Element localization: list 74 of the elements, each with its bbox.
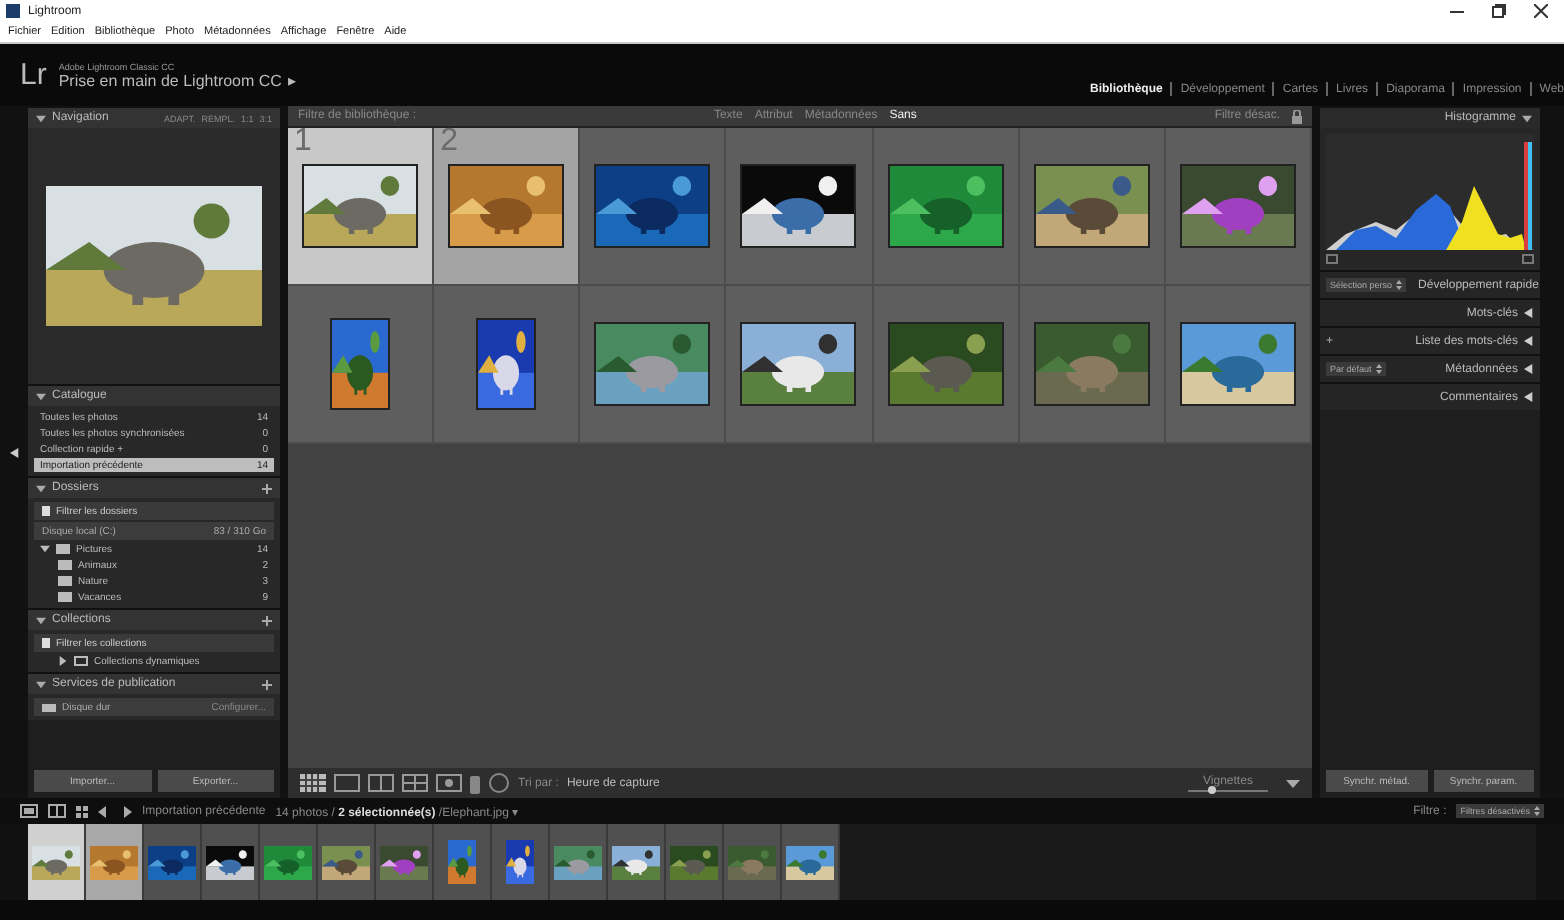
filmstrip-thumbnail[interactable]	[782, 824, 840, 900]
restore-icon[interactable]	[1492, 4, 1506, 18]
search-icon	[42, 506, 50, 516]
grid-view-icon[interactable]	[300, 774, 326, 792]
grid-cell[interactable]	[873, 286, 1020, 444]
filmstrip-thumbnail[interactable]	[86, 824, 144, 900]
filmstrip-thumbnail[interactable]	[608, 824, 666, 900]
filmstrip-thumbnail[interactable]	[666, 824, 724, 900]
collapse-triangle-icon[interactable]	[36, 391, 46, 401]
catalog-name: Prise en main de Lightroom CC	[58, 71, 282, 89]
collapse-triangle-icon[interactable]	[36, 679, 46, 689]
close-icon[interactable]	[1534, 4, 1548, 18]
grid-cell[interactable]	[873, 128, 1020, 286]
search-icon	[42, 638, 50, 648]
add-icon[interactable]	[262, 615, 272, 625]
app-icon	[6, 4, 20, 18]
grid-cell[interactable]	[1165, 128, 1312, 286]
filmstrip-thumbnail[interactable]	[434, 824, 492, 900]
collapse-triangle-icon[interactable]	[36, 113, 46, 123]
filmstrip-thumbnail[interactable]	[202, 824, 260, 900]
catalog-menu-arrow[interactable]: ▸	[287, 71, 296, 89]
expand-triangle-icon[interactable]	[1524, 392, 1534, 402]
expand-triangle-icon[interactable]	[1524, 308, 1534, 318]
filmstrip-thumbnail[interactable]	[724, 824, 782, 900]
second-window-icon[interactable]	[48, 804, 66, 818]
grid-cell[interactable]	[1019, 128, 1166, 286]
expand-triangle-icon[interactable]	[9, 447, 19, 457]
cell-index: 1	[294, 124, 312, 160]
dropdown-arrows-icon	[1534, 806, 1540, 816]
grid-cell[interactable]	[726, 286, 874, 444]
survey-view-icon[interactable]	[402, 774, 428, 792]
toolbar-menu-icon[interactable]	[1286, 779, 1300, 787]
add-icon[interactable]	[262, 679, 272, 689]
filmstrip-thumbnail[interactable]	[260, 824, 318, 900]
filmstrip-thumbnail[interactable]	[376, 824, 434, 900]
sort-direction-icon[interactable]	[488, 772, 510, 794]
clipping-indicator-icon[interactable]	[1522, 254, 1534, 264]
filmstrip-thumbnail[interactable]	[144, 824, 202, 900]
collapse-triangle-icon[interactable]	[36, 483, 46, 493]
grid-cell[interactable]	[580, 128, 727, 286]
filmstrip-thumbnail[interactable]	[28, 824, 86, 900]
lock-icon[interactable]	[1292, 109, 1302, 123]
grid-icon[interactable]	[76, 805, 88, 817]
add-icon[interactable]	[262, 483, 272, 493]
collapse-triangle-icon[interactable]	[36, 615, 46, 625]
compare-view-icon[interactable]	[368, 774, 394, 792]
grid-cell[interactable]	[580, 286, 727, 444]
dropdown-arrows-icon	[1396, 280, 1403, 290]
expand-triangle-icon[interactable]	[1524, 364, 1534, 374]
disclosure-triangle-icon[interactable]	[58, 656, 68, 666]
dropdown-arrows-icon	[1375, 364, 1382, 374]
clipping-indicator-icon[interactable]	[1326, 254, 1338, 264]
grid-cell[interactable]	[434, 286, 581, 444]
filmstrip-thumbnail[interactable]	[492, 824, 550, 900]
disclosure-triangle-icon[interactable]	[40, 544, 50, 554]
hard-drive-icon	[42, 703, 56, 711]
grid-cell[interactable]	[1165, 286, 1312, 444]
main-window-icon[interactable]	[20, 804, 38, 818]
loupe-view-icon[interactable]	[334, 774, 360, 792]
filmstrip-thumbnail[interactable]	[550, 824, 608, 900]
filmstrip-thumbnail[interactable]	[318, 824, 376, 900]
expand-triangle-icon[interactable]	[1524, 336, 1534, 346]
grid-cell[interactable]	[288, 286, 435, 444]
collection-set-icon	[74, 656, 88, 666]
logo: Lr	[20, 58, 47, 92]
slider-thumb[interactable]	[1208, 785, 1216, 793]
people-view-icon[interactable]	[436, 774, 462, 792]
spray-can-icon[interactable]	[470, 772, 480, 794]
grid-cell[interactable]	[726, 128, 874, 286]
cell-index: 2	[440, 124, 459, 160]
back-arrow-icon[interactable]	[98, 805, 110, 817]
grid-cell[interactable]	[1019, 286, 1166, 444]
collapse-triangle-icon[interactable]	[1522, 113, 1532, 123]
forward-arrow-icon[interactable]	[120, 805, 132, 817]
